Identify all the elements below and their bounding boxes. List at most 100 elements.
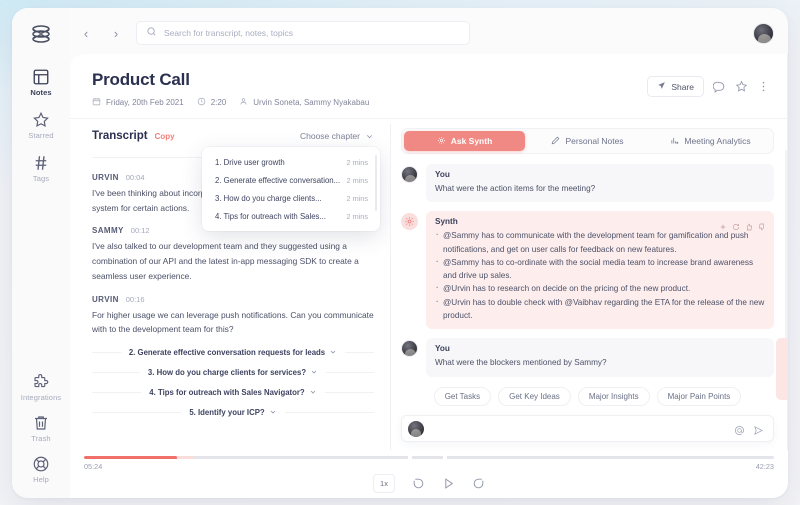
chapter-menu-title: 2. Generate effective conversation... xyxy=(215,175,341,185)
transcript-utterance: URVIN 00:16 For higher usage we can leve… xyxy=(92,295,374,337)
message-composer[interactable] xyxy=(401,415,774,442)
mention[interactable]: @Sammy xyxy=(443,258,479,267)
chapter-label: 3. How do you charge clients for service… xyxy=(148,368,318,377)
mention[interactable]: @Urvin xyxy=(443,284,470,293)
nav-forward-button[interactable]: › xyxy=(106,23,126,43)
sidebar-label-help: Help xyxy=(33,475,49,484)
chapter-menu-item[interactable]: 4. Tips for outreach with Sales... 2 min… xyxy=(202,207,380,225)
panes: Transcript Copy Choose chapter 1. Testin… xyxy=(70,120,788,450)
transcript-utterance: SAMMY 00:12 I've also talked to our deve… xyxy=(92,226,374,283)
chapter-menu-item[interactable]: 3. How do you charge clients... 2 mins xyxy=(202,189,380,207)
forward-15-icon[interactable] xyxy=(472,477,485,490)
chapter-label: 2. Generate effective conversation reque… xyxy=(129,348,337,357)
rewind-15-icon[interactable] xyxy=(412,477,425,490)
progress-knob[interactable] xyxy=(170,456,177,459)
tab-ask-synth[interactable]: Ask Synth xyxy=(404,131,525,151)
avatar[interactable] xyxy=(753,22,774,44)
synth-logo[interactable] xyxy=(29,22,53,46)
comment-icon[interactable] xyxy=(712,80,726,93)
current-time: 05:24 xyxy=(84,462,103,471)
message-bubble: Synth @Sammy has to communicate with the… xyxy=(426,211,774,330)
hash-icon xyxy=(32,154,50,172)
progress-track[interactable] xyxy=(84,456,774,459)
share-button[interactable]: Share xyxy=(647,76,704,97)
star-icon[interactable] xyxy=(735,80,748,93)
message-author: Synth xyxy=(435,217,458,227)
transcript-header: Transcript Copy Choose chapter xyxy=(92,130,374,142)
mention[interactable]: @Vaibhav xyxy=(565,298,602,307)
chapter-text: 2. Generate effective conversation reque… xyxy=(128,347,326,357)
pencil-icon xyxy=(551,136,560,147)
speaker-name: URVIN xyxy=(92,173,119,182)
chapter-menu-item[interactable]: 1. Drive user growth 2 mins xyxy=(202,153,380,171)
chapter-text: 4. Tips for outreach with Sales Navigato… xyxy=(149,387,305,397)
chapter-menu-duration: 2 mins xyxy=(346,175,369,185)
mention[interactable]: @Sammy xyxy=(443,231,479,240)
divider-line xyxy=(92,157,208,158)
chapter-divider-5[interactable]: 5. Identify your ICP? xyxy=(92,408,375,417)
chat-thread[interactable]: You What were the action items for the m… xyxy=(401,164,774,387)
timestamp[interactable]: 00:12 xyxy=(131,226,150,235)
meeting-participants-text: Urvin Soneta, Sammy Nyakabau xyxy=(253,98,370,107)
choose-chapter-dropdown[interactable]: Choose chapter xyxy=(300,131,374,141)
total-time: 42:23 xyxy=(755,462,774,471)
send-icon[interactable] xyxy=(753,423,764,435)
chapter-menu-duration: 2 mins xyxy=(346,157,369,167)
chevron-down-icon xyxy=(269,408,277,416)
sidebar-label-integrations: Integrations xyxy=(20,393,62,402)
message-bubble: You What were the blockers mentioned by … xyxy=(426,338,774,377)
chapter-menu-item[interactable]: 2. Generate effective conversation... 2 … xyxy=(202,171,380,189)
tab-meeting-analytics[interactable]: Meeting Analytics xyxy=(650,131,771,151)
chat-message-user: You What were the blockers mentioned by … xyxy=(401,338,774,377)
nav-back-button[interactable]: ‹ xyxy=(76,23,96,43)
at-icon[interactable] xyxy=(734,423,745,435)
divider-line xyxy=(92,411,182,413)
sidebar-primary-items: Notes Starred Tags xyxy=(12,68,70,183)
assistant-tabs: Ask Synth Personal Notes Meeting Analyti… xyxy=(401,128,774,154)
meeting-duration-text: 2:20 xyxy=(210,98,227,107)
sidebar-rail: Notes Starred Tags Integrations Trash He… xyxy=(12,8,70,498)
chapter-divider-2[interactable]: 2. Generate effective conversation reque… xyxy=(92,348,374,357)
sidebar-item-notes[interactable]: Notes xyxy=(12,68,70,97)
meeting-header: Product Call Friday, 20th Feb 2021 2:20 xyxy=(70,54,788,119)
chip-get-key-ideas[interactable]: Get Key Ideas xyxy=(498,387,571,406)
sidebar-item-trash[interactable]: Trash xyxy=(12,414,70,443)
utterance-text: For higher usage we can leverage push no… xyxy=(92,309,374,335)
assistant-pane: Ask Synth Personal Notes Meeting Analyti… xyxy=(391,120,788,450)
chip-major-insights[interactable]: Major Insights xyxy=(577,387,650,406)
utterance-header: URVIN 00:16 xyxy=(92,295,374,304)
chat-message-user: You What were the action items for the m… xyxy=(401,164,774,203)
message-input[interactable] xyxy=(432,423,726,434)
play-icon[interactable] xyxy=(442,477,455,490)
lifebuoy-icon xyxy=(32,455,50,473)
app-window: Notes Starred Tags Integrations Trash He… xyxy=(12,8,788,498)
sidebar-item-starred[interactable]: Starred xyxy=(12,111,70,140)
side-panel-peek[interactable] xyxy=(776,338,788,400)
copy-button[interactable]: Copy xyxy=(155,132,175,141)
mention[interactable]: @Urvin xyxy=(443,298,470,307)
chapter-divider-4[interactable]: 4. Tips for outreach with Sales Navigato… xyxy=(92,388,374,397)
sidebar-label-starred: Starred xyxy=(28,131,54,140)
chapter-menu-duration: 2 mins xyxy=(346,211,369,221)
timestamp[interactable]: 00:04 xyxy=(126,173,145,182)
message-text: What were the blockers mentioned by Samm… xyxy=(435,358,607,368)
chip-major-pain-points[interactable]: Major Pain Points xyxy=(656,387,742,406)
search-input[interactable] xyxy=(164,28,460,38)
sidebar-item-tags[interactable]: Tags xyxy=(12,154,70,183)
chapter-divider-3[interactable]: 3. How do you charge clients for service… xyxy=(92,368,374,377)
more-vertical-icon[interactable] xyxy=(757,80,770,93)
player-controls: 1x xyxy=(84,474,774,493)
synth-avatar xyxy=(401,213,418,231)
chip-get-tasks[interactable]: Get Tasks xyxy=(433,387,492,406)
sidebar-item-help[interactable]: Help xyxy=(12,455,70,484)
search-box[interactable] xyxy=(136,21,470,45)
trash-icon xyxy=(32,414,50,432)
chapter-menu-duration: 2 mins xyxy=(346,193,369,203)
divider-line xyxy=(345,351,374,353)
sidebar-item-integrations[interactable]: Integrations xyxy=(12,373,70,402)
dropdown-scrollbar[interactable] xyxy=(375,155,377,211)
speed-button[interactable]: 1x xyxy=(373,474,395,493)
tab-personal-notes[interactable]: Personal Notes xyxy=(527,131,648,151)
chapter-dropdown-menu[interactable]: 1. Drive user growth 2 mins 2. Generate … xyxy=(202,147,380,231)
timestamp[interactable]: 00:16 xyxy=(126,295,145,304)
